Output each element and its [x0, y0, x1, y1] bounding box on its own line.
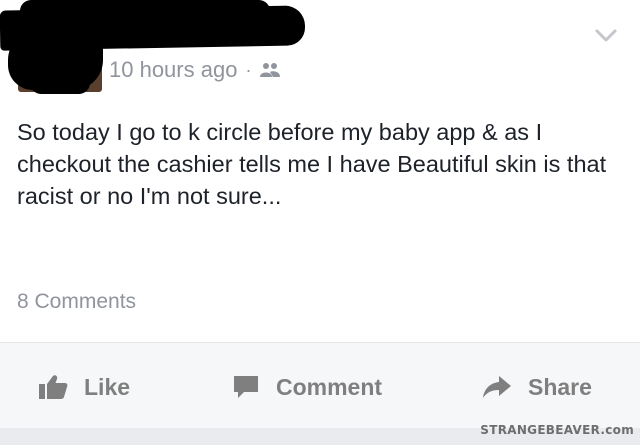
watermark: STRANGEBEAVER.com [480, 423, 634, 437]
share-button[interactable]: Share [482, 371, 592, 403]
friends-icon[interactable] [259, 62, 281, 78]
share-label: Share [528, 373, 592, 400]
speech-bubble-icon [234, 376, 258, 398]
thumbs-up-icon [39, 375, 68, 399]
meta-separator: · [245, 59, 252, 80]
post-timestamp[interactable]: 10 hours ago [109, 57, 237, 83]
like-button[interactable]: Like [38, 371, 130, 403]
comment-label: Comment [276, 373, 383, 400]
like-label: Like [84, 373, 131, 400]
comments-count-link[interactable]: 8 Comments [17, 290, 136, 314]
chevron-down-icon[interactable] [594, 26, 618, 46]
post-body-text: So today I go to k circle before my baby… [17, 119, 607, 209]
share-arrow-icon [483, 376, 511, 398]
redaction-scribble [30, 72, 90, 94]
comment-button[interactable]: Comment [232, 371, 382, 403]
redaction-scribble [20, 0, 270, 22]
feed-post: 10 hours ago · So today I go to k circle… [0, 0, 640, 445]
post-meta: 10 hours ago · [109, 56, 281, 84]
action-bar: Like Comment Share [0, 343, 640, 428]
